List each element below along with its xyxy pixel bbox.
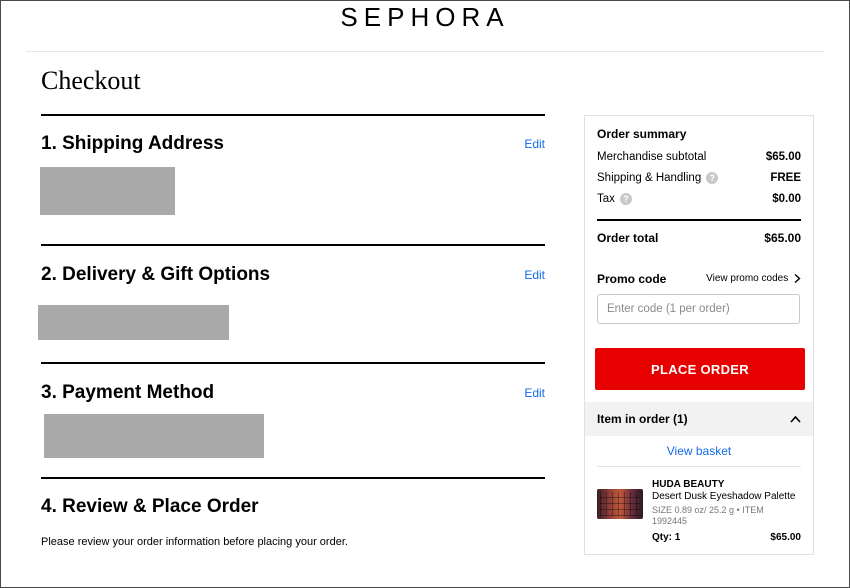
shipping-row: Shipping & Handling? FREE xyxy=(597,172,801,184)
shipping-value: FREE xyxy=(770,172,801,185)
items-in-order-label: Item in order (1) xyxy=(597,412,688,426)
product-price: $65.00 xyxy=(770,532,801,543)
view-basket-link[interactable]: View basket xyxy=(585,444,813,458)
order-total-label: Order total xyxy=(597,231,659,245)
product-quantity: Qty: 1 xyxy=(652,532,681,543)
view-promo-codes-label: View promo codes xyxy=(706,273,789,284)
order-total-value: $65.00 xyxy=(764,231,801,245)
tax-label: Tax xyxy=(597,193,615,206)
summary-divider xyxy=(597,219,801,221)
view-promo-codes-link[interactable]: View promo codes xyxy=(706,273,801,284)
order-summary-panel: Order summary Merchandise subtotal $65.0… xyxy=(584,115,814,555)
merchandise-subtotal-row: Merchandise subtotal $65.00 xyxy=(597,151,801,163)
product-brand: HUDA BEAUTY xyxy=(652,479,725,490)
chevron-up-icon[interactable] xyxy=(790,415,801,423)
items-in-order-header[interactable]: Item in order (1) xyxy=(585,402,813,436)
promo-code-label: Promo code xyxy=(597,272,667,286)
promo-code-input[interactable] xyxy=(597,294,800,324)
tax-row: Tax? $0.00 xyxy=(597,193,801,205)
shipping-label: Shipping & Handling xyxy=(597,172,702,185)
edit-delivery-link[interactable]: Edit xyxy=(524,268,545,282)
page-title: Checkout xyxy=(41,66,141,95)
product-size: SIZE 0.89 oz/ 25.2 g • ITEM 1992445 xyxy=(652,505,764,526)
chevron-right-icon xyxy=(794,273,801,283)
merchandise-subtotal-value: $65.00 xyxy=(765,151,801,163)
header-divider xyxy=(26,51,824,52)
tax-value: $0.00 xyxy=(772,193,801,206)
help-icon[interactable]: ? xyxy=(619,193,632,205)
section-divider xyxy=(41,477,545,479)
order-total-row: Order total $65.00 xyxy=(597,231,801,245)
merchandise-subtotal-label: Merchandise subtotal xyxy=(597,151,707,163)
section-divider xyxy=(41,114,545,116)
redacted-shipping-address xyxy=(40,167,175,215)
product-name[interactable]: Desert Dusk Eyeshadow Palette xyxy=(652,491,795,502)
redacted-payment-method xyxy=(44,414,264,458)
section-title-shipping: 1. Shipping Address xyxy=(41,133,224,154)
item-divider xyxy=(597,466,801,467)
section-title-delivery: 2. Delivery & Gift Options xyxy=(41,264,271,285)
order-summary-title: Order summary xyxy=(597,127,687,141)
help-icon[interactable]: ? xyxy=(706,172,719,184)
section-title-payment: 3. Payment Method xyxy=(41,382,215,403)
edit-payment-link[interactable]: Edit xyxy=(524,386,545,400)
section-title-review: 4. Review & Place Order xyxy=(41,496,259,517)
product-image[interactable] xyxy=(597,489,643,519)
review-instructions: Please review your order information bef… xyxy=(41,536,348,548)
section-divider xyxy=(41,244,545,246)
edit-shipping-link[interactable]: Edit xyxy=(524,137,545,151)
section-divider xyxy=(41,362,545,364)
place-order-button[interactable]: PLACE ORDER xyxy=(595,348,805,390)
sephora-logo[interactable]: SEPHORA xyxy=(0,2,850,33)
redacted-delivery-options xyxy=(38,305,229,340)
